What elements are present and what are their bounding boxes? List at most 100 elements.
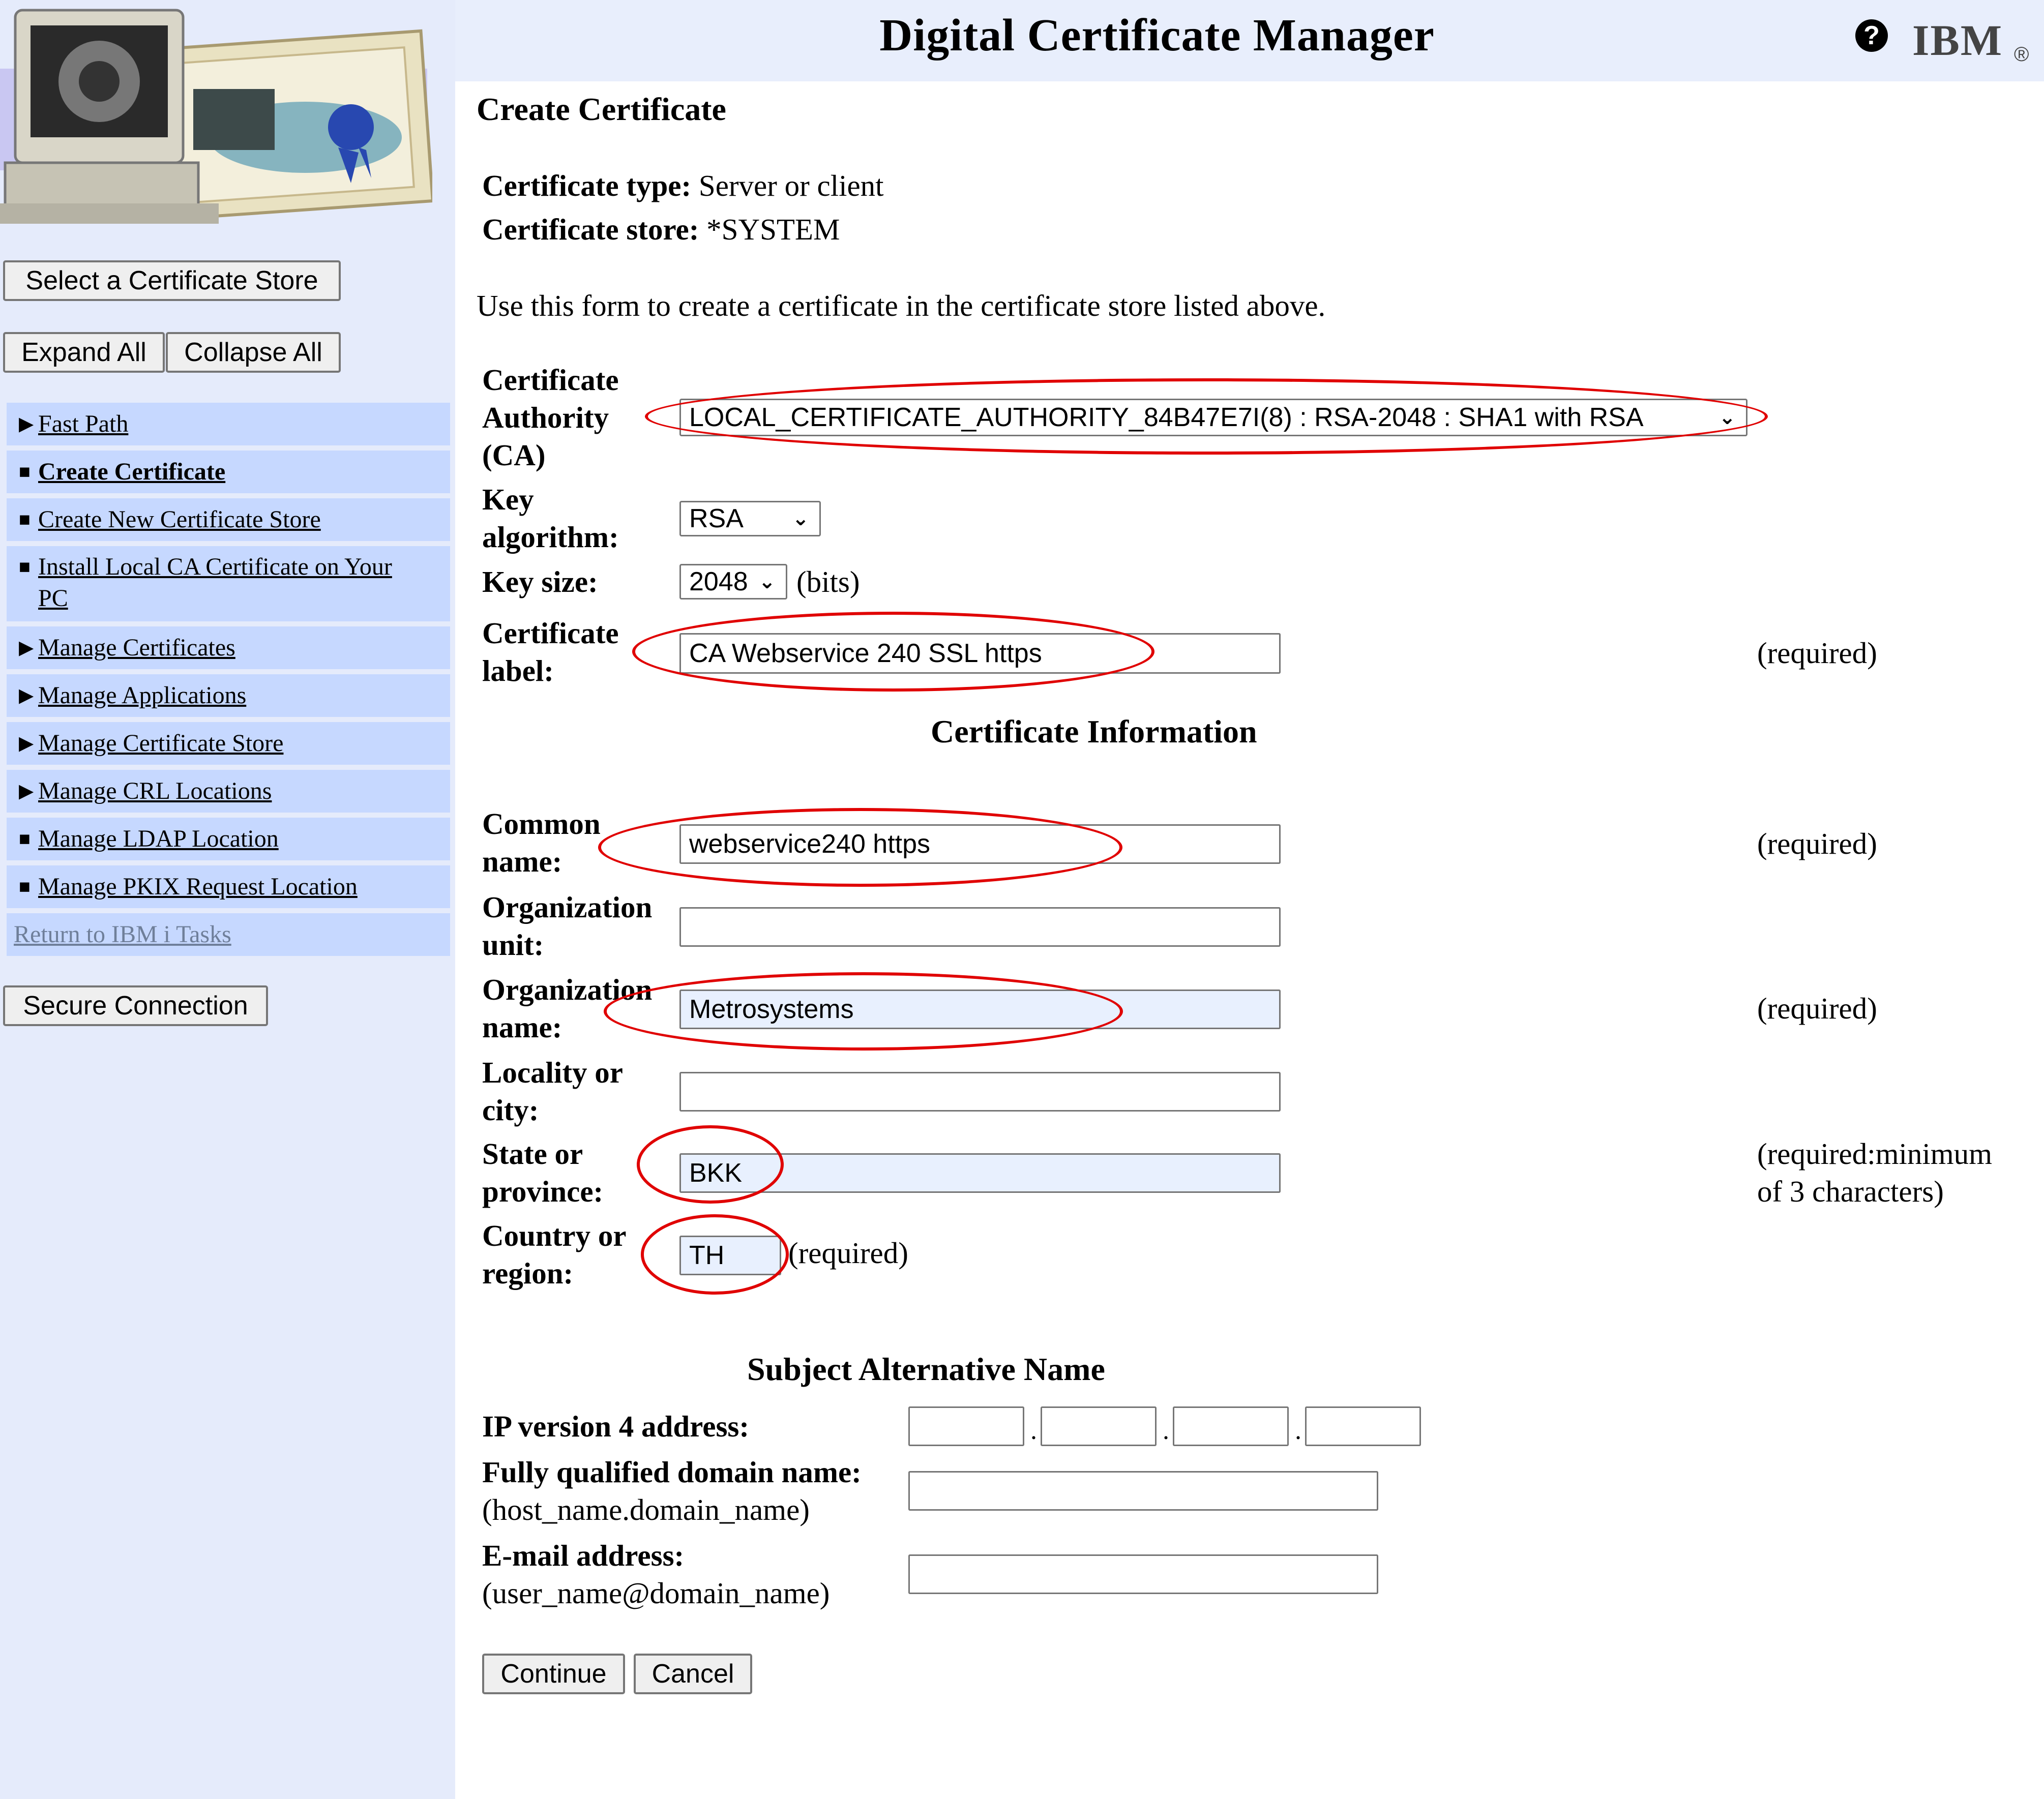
ipv4-octet-1-input[interactable] xyxy=(908,1406,1024,1446)
common-name-label-line2: name: xyxy=(482,845,562,878)
key-size-value: 2048 xyxy=(689,567,748,596)
certificate-computer-illustration xyxy=(0,9,432,224)
email-label-text: E-mail address: xyxy=(482,1539,685,1572)
nav-item-manage-crl-locations[interactable]: ▶ Manage CRL Locations xyxy=(7,770,450,813)
email-hint: (user_name@domain_name) xyxy=(482,1576,830,1610)
expand-arrow-icon: ▶ xyxy=(19,685,34,706)
key-size-select[interactable]: 2048 ⌄ xyxy=(679,564,787,599)
page-title: Digital Certificate Manager xyxy=(879,10,1435,61)
key-algorithm-select[interactable]: RSA ⌄ xyxy=(679,501,821,536)
key-algorithm-label: Key algorithm: xyxy=(482,481,619,556)
nav-link-label[interactable]: Manage Certificates xyxy=(38,634,235,661)
nav-item-manage-applications[interactable]: ▶ Manage Applications xyxy=(7,674,450,717)
certificate-label-label-line1: Certificate xyxy=(482,616,619,650)
nav-item-fast-path[interactable]: ▶ Fast Path xyxy=(7,403,450,445)
nav-item-create-new-certificate-store[interactable]: ■ Create New Certificate Store xyxy=(7,498,450,541)
email-input[interactable] xyxy=(908,1554,1378,1594)
nav-link-label-line2[interactable]: PC xyxy=(38,585,68,612)
annotation-ellipse-ca xyxy=(645,378,1768,455)
key-size-unit: (bits) xyxy=(796,565,860,598)
ip-separator: . xyxy=(1163,1416,1169,1445)
nav-link-label[interactable]: Manage Certificate Store xyxy=(38,730,283,757)
ipv4-octet-3-input[interactable] xyxy=(1173,1406,1289,1446)
certificate-information-heading: Certificate Information xyxy=(931,713,1257,749)
country-label-line2: region: xyxy=(482,1256,574,1290)
state-label-line2: province: xyxy=(482,1175,604,1208)
required-note: (required) xyxy=(1757,636,1877,670)
return-link[interactable]: Return to IBM i Tasks xyxy=(14,921,231,948)
key-size-label: Key size: xyxy=(482,565,598,598)
expand-arrow-icon: ▶ xyxy=(19,637,34,658)
required-note: (required) xyxy=(1757,992,1877,1025)
nav-link-label[interactable]: Manage CRL Locations xyxy=(38,777,272,804)
secure-connection-button[interactable]: Secure Connection xyxy=(3,985,268,1026)
fqdn-hint: (host_name.domain_name) xyxy=(482,1493,810,1526)
nav-link-label[interactable]: Create New Certificate Store xyxy=(38,506,321,533)
bullet-icon: ■ xyxy=(19,461,31,483)
annotation-ellipse-country xyxy=(641,1214,789,1295)
country-required-note: (required) xyxy=(788,1236,908,1270)
key-size-label-row: Key size: xyxy=(482,563,598,601)
nav-link-label[interactable]: Fast Path xyxy=(38,410,128,437)
fqdn-label-text: Fully qualified domain name: xyxy=(482,1455,862,1489)
ipv4-label: IP version 4 address: xyxy=(482,1410,750,1443)
organization-unit-label-line1: Organization xyxy=(482,890,653,924)
fqdn-label: Fully qualified domain name: (host_name.… xyxy=(482,1453,862,1528)
certificate-type-value: Server or client xyxy=(698,169,884,202)
nav-item-manage-pkix-request-location[interactable]: ■ Manage PKIX Request Location xyxy=(7,865,450,908)
ip-separator: . xyxy=(1295,1416,1301,1445)
annotation-ellipse-common-name xyxy=(598,808,1122,887)
select-certificate-store-button[interactable]: Select a Certificate Store xyxy=(3,260,341,301)
nav-item-manage-certificate-store[interactable]: ▶ Manage Certificate Store xyxy=(7,722,450,765)
nav-link-label[interactable]: Manage LDAP Location xyxy=(38,825,279,852)
continue-button[interactable]: Continue xyxy=(482,1654,625,1694)
ca-label-line1: Certificate xyxy=(482,363,619,397)
form-intro-text: Use this form to create a certificate in… xyxy=(477,289,1326,322)
nav-item-install-local-ca[interactable]: ■ Install Local CA Certificate on Your P… xyxy=(7,546,450,621)
annotation-ellipse-cert-label xyxy=(632,612,1154,692)
expand-all-button[interactable]: Expand All xyxy=(3,332,165,373)
annotation-ellipse-state xyxy=(637,1125,784,1204)
certificate-label-label-line2: label: xyxy=(482,654,554,687)
locality-input[interactable] xyxy=(679,1072,1281,1112)
key-algorithm-value: RSA xyxy=(689,504,744,533)
organization-unit-input[interactable] xyxy=(679,907,1281,947)
cancel-button[interactable]: Cancel xyxy=(634,1654,752,1694)
expand-arrow-icon: ▶ xyxy=(19,733,34,754)
ipv4-octet-2-input[interactable] xyxy=(1041,1406,1157,1446)
locality-label: Locality or city: xyxy=(482,1054,623,1129)
certificate-store-label: Certificate store: xyxy=(482,213,699,246)
organization-unit-label: Organization unit: xyxy=(482,888,652,964)
bullet-icon: ■ xyxy=(19,509,31,530)
bullet-icon: ■ xyxy=(19,556,31,578)
fqdn-input[interactable] xyxy=(908,1471,1378,1511)
nav-item-manage-ldap-location[interactable]: ■ Manage LDAP Location xyxy=(7,818,450,860)
nav-item-create-certificate[interactable]: ■ Create Certificate xyxy=(7,451,450,493)
ca-label-line3: (CA) xyxy=(482,438,546,472)
nav-item-return-to-tasks[interactable]: Return to IBM i Tasks xyxy=(7,913,450,956)
ipv4-label-row: IP version 4 address: xyxy=(482,1407,749,1445)
ca-label: Certificate Authority (CA) xyxy=(482,361,619,474)
collapse-all-button[interactable]: Collapse All xyxy=(166,332,341,373)
expand-arrow-icon: ▶ xyxy=(19,413,34,435)
nav-link-label[interactable]: Install Local CA Certificate on Your xyxy=(38,553,392,580)
organization-unit-label-line2: unit: xyxy=(482,928,544,962)
state-required-line1: (required:minimum xyxy=(1757,1137,1993,1171)
nav-link-label[interactable]: Create Certificate xyxy=(38,458,225,485)
ip-separator: . xyxy=(1030,1416,1037,1445)
ca-label-line2: Authority xyxy=(482,401,609,434)
required-note: (required) xyxy=(1757,827,1877,860)
chevron-down-icon: ⌄ xyxy=(792,507,809,530)
help-icon[interactable]: ? xyxy=(1855,19,1888,52)
nav-link-label[interactable]: Manage Applications xyxy=(38,682,246,709)
key-algorithm-label-line1: Key xyxy=(482,483,534,516)
nav-link-label[interactable]: Manage PKIX Request Location xyxy=(38,873,358,900)
locality-label-line2: city: xyxy=(482,1093,539,1127)
state-required-note: (required:minimum of 3 characters) xyxy=(1757,1135,1992,1210)
nav-item-manage-certificates[interactable]: ▶ Manage Certificates xyxy=(7,626,450,669)
ipv4-octet-4-input[interactable] xyxy=(1305,1406,1421,1446)
certificate-type-row: Certificate type: Server or client xyxy=(482,167,884,204)
organization-name-label-line2: name: xyxy=(482,1010,562,1044)
ibm-logo-mark: ® xyxy=(2014,43,2029,66)
key-algorithm-label-line2: algorithm: xyxy=(482,520,619,554)
